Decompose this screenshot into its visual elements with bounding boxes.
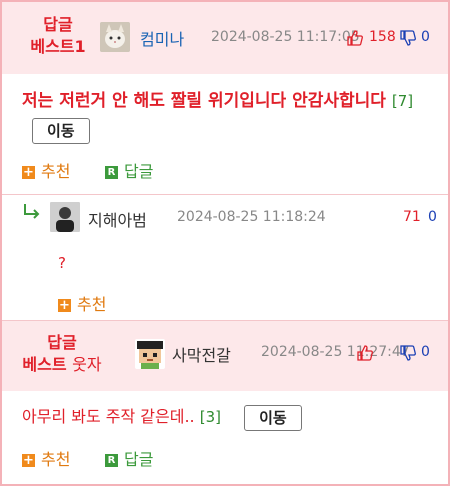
- comment-text: ?: [58, 254, 66, 272]
- recommend-button[interactable]: + 추천: [58, 291, 106, 315]
- downvote-count: 0: [421, 29, 430, 45]
- reply-count: [3]: [199, 408, 221, 426]
- comment-body: 저는 저런거 안 해도 짤릴 위기입니다 안감사합니다 [7] 이동: [22, 86, 432, 146]
- reply-count: [7]: [391, 92, 414, 110]
- reply-arrow-icon: [24, 204, 40, 219]
- recommend-label: 추천: [41, 162, 71, 181]
- best-badge: 답글 베스트1: [18, 14, 98, 58]
- reply-button[interactable]: R 답글: [105, 446, 153, 470]
- cat-avatar-icon: [100, 22, 130, 52]
- upvote-count: 158: [369, 29, 396, 45]
- nickname[interactable]: 컴미나: [140, 26, 184, 50]
- recommend-label: 추천: [41, 450, 71, 469]
- comment-body: 아무리 봐도 주작 같은데.. [3] 이동: [22, 402, 302, 432]
- thumbs-down-icon[interactable]: [400, 30, 416, 46]
- divider: [2, 194, 448, 195]
- badge-line2: 베스트: [22, 355, 67, 374]
- thumbs-down-icon[interactable]: [400, 345, 416, 361]
- timestamp: 2024-08-25 11:27:47: [261, 344, 410, 360]
- avatar[interactable]: [50, 202, 80, 232]
- reply-label: 답글: [124, 162, 154, 181]
- badge-line2: 베스트1: [30, 37, 86, 56]
- reply-icon: R: [105, 454, 118, 467]
- thumbs-up-icon[interactable]: [357, 345, 373, 361]
- nickname[interactable]: 사막전갈: [172, 342, 231, 366]
- nickname[interactable]: 지해아범: [88, 207, 147, 231]
- badge-line1: 답글: [43, 15, 73, 34]
- downvote-count: 0: [428, 209, 437, 225]
- recommend-button[interactable]: + 추천: [22, 158, 70, 182]
- upvote-count: 71: [403, 209, 421, 225]
- timestamp: 2024-08-25 11:18:24: [177, 209, 326, 225]
- plus-icon: +: [58, 298, 71, 313]
- person-avatar-icon: [50, 202, 80, 232]
- reply-label: 답글: [124, 450, 154, 469]
- badge-line1: 답글: [47, 333, 77, 352]
- reply-button[interactable]: R 답글: [105, 158, 153, 182]
- recommend-label: 추천: [77, 295, 107, 314]
- recommend-button[interactable]: + 추천: [22, 446, 70, 470]
- plus-icon: +: [22, 165, 35, 180]
- reply-icon: R: [105, 166, 118, 179]
- timestamp: 2024-08-25 11:17:05: [211, 29, 360, 45]
- comment-text: 아무리 봐도 주작 같은데..: [22, 407, 195, 426]
- thumbs-up-icon[interactable]: [347, 30, 363, 46]
- category-tag: 웃자: [72, 355, 102, 374]
- comment-list: 답글 베스트1 컴미나 2024-08-25 11:17:05 158 0 저는…: [0, 0, 450, 486]
- move-button[interactable]: 이동: [32, 118, 90, 144]
- plus-icon: +: [22, 453, 35, 468]
- pixel-character-avatar-icon: [135, 339, 165, 369]
- avatar[interactable]: [135, 339, 165, 369]
- move-button[interactable]: 이동: [244, 404, 302, 431]
- avatar[interactable]: [100, 22, 130, 52]
- best-badge: 답글 베스트 웃자: [22, 332, 102, 376]
- downvote-count: 0: [421, 344, 430, 360]
- comment-text: 저는 저런거 안 해도 짤릴 위기입니다 안감사합니다: [22, 91, 386, 111]
